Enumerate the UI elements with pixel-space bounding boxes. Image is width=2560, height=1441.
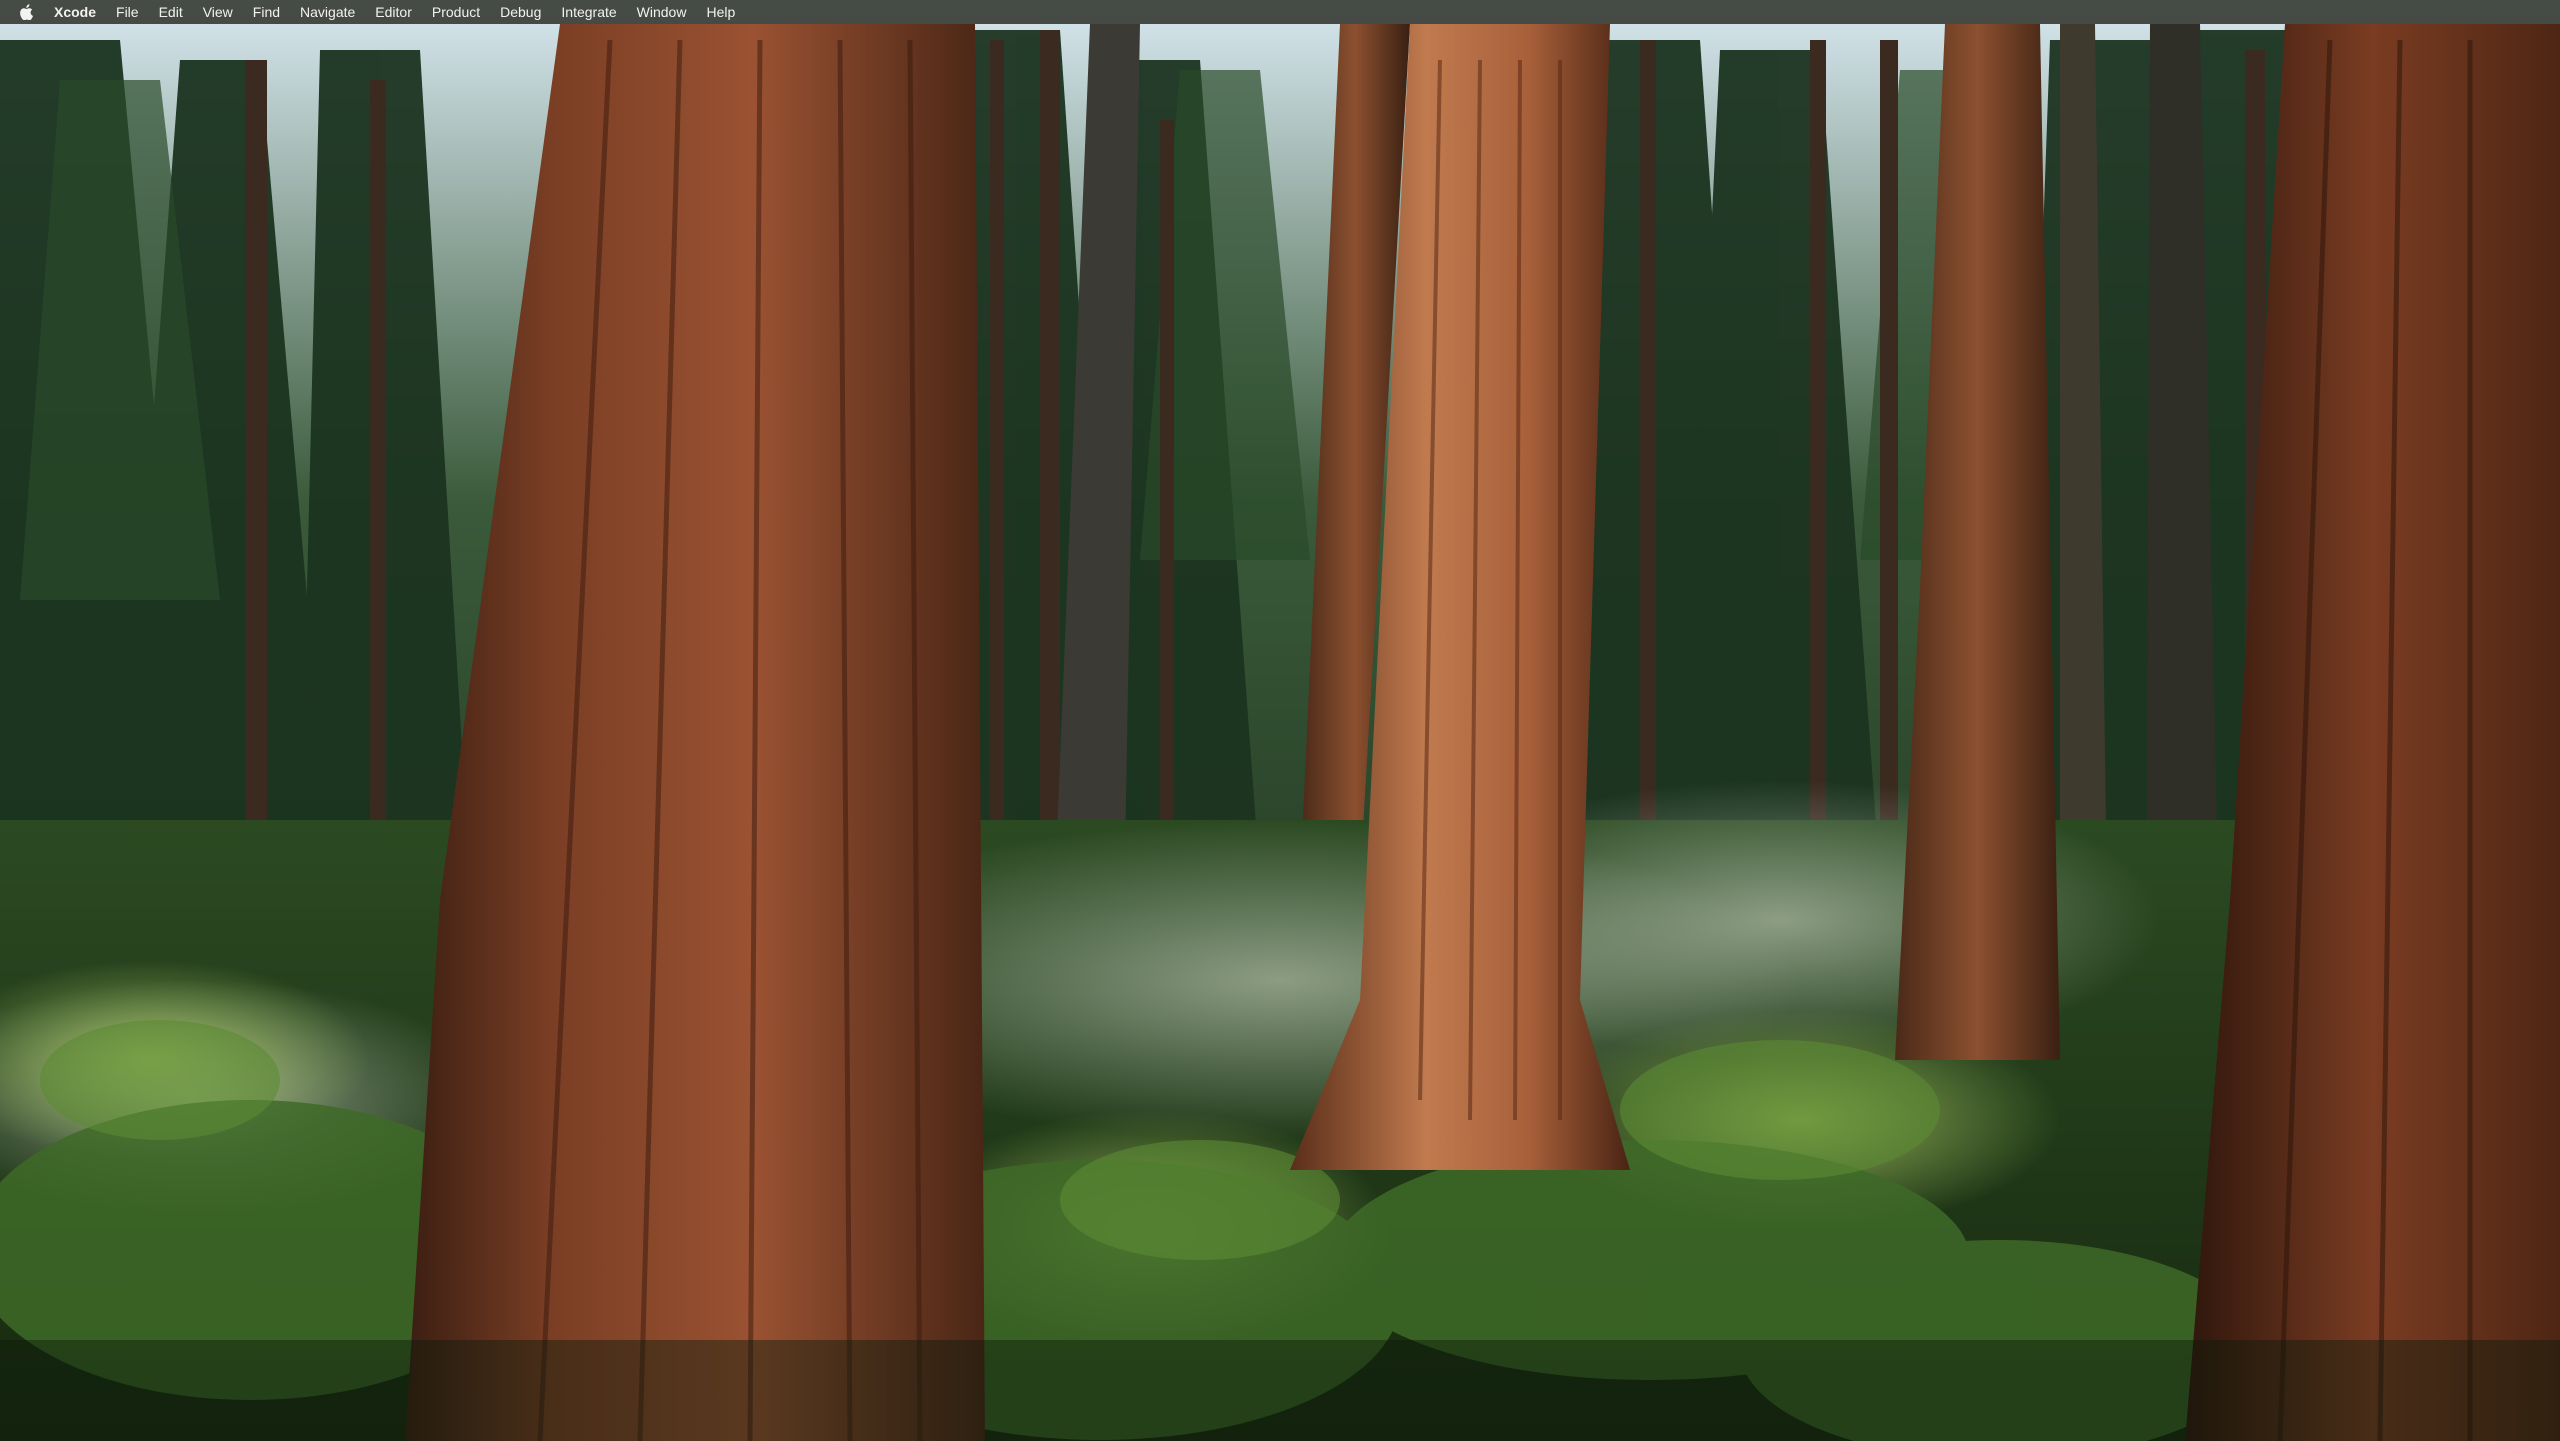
menu-editor[interactable]: Editor xyxy=(365,0,422,24)
menu-help[interactable]: Help xyxy=(696,0,745,24)
menu-view[interactable]: View xyxy=(193,0,243,24)
menu-app-name[interactable]: Xcode xyxy=(54,0,106,24)
menu-find[interactable]: Find xyxy=(243,0,290,24)
menu-file[interactable]: File xyxy=(106,0,149,24)
menu-edit[interactable]: Edit xyxy=(149,0,193,24)
menu-navigate[interactable]: Navigate xyxy=(290,0,365,24)
menu-window[interactable]: Window xyxy=(627,0,697,24)
menu-bar: Xcode File Edit View Find Navigate Edito… xyxy=(0,0,2560,24)
apple-logo-icon[interactable] xyxy=(18,3,34,21)
menu-debug[interactable]: Debug xyxy=(490,0,551,24)
desktop-wallpaper xyxy=(0,0,2560,1441)
menu-integrate[interactable]: Integrate xyxy=(551,0,626,24)
desktop: Xcode File Edit View Find Navigate Edito… xyxy=(0,0,2560,1441)
menu-product[interactable]: Product xyxy=(422,0,490,24)
